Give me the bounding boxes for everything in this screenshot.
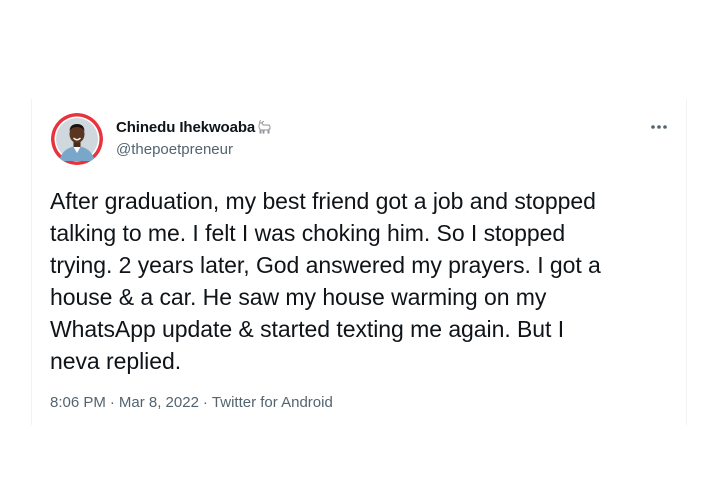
tweet-card: Chinedu Ihekwoaba @thepoetpreneur After … (31, 99, 687, 425)
avatar-image (51, 113, 103, 165)
tweet-time[interactable]: 8:06 PM (50, 394, 106, 411)
author-handle[interactable]: @thepoetpreneur (116, 141, 233, 158)
meta-separator: · (109, 394, 115, 411)
meta-separator: · (202, 394, 208, 411)
tweet-date[interactable]: Mar 8, 2022 (119, 394, 199, 411)
author-name-row[interactable]: Chinedu Ihekwoaba (116, 118, 272, 136)
tweet-text: After graduation, my best friend got a j… (50, 188, 601, 374)
tweet-source[interactable]: Twitter for Android (212, 394, 333, 411)
goat-emoji-icon (256, 119, 272, 135)
more-options-button[interactable] (646, 118, 672, 136)
ellipsis-icon (651, 125, 667, 129)
avatar[interactable] (51, 113, 103, 165)
tweet-meta: 8:06 PM · Mar 8, 2022 · Twitter for Andr… (50, 394, 333, 411)
author-display-name[interactable]: Chinedu Ihekwoaba (116, 119, 255, 136)
